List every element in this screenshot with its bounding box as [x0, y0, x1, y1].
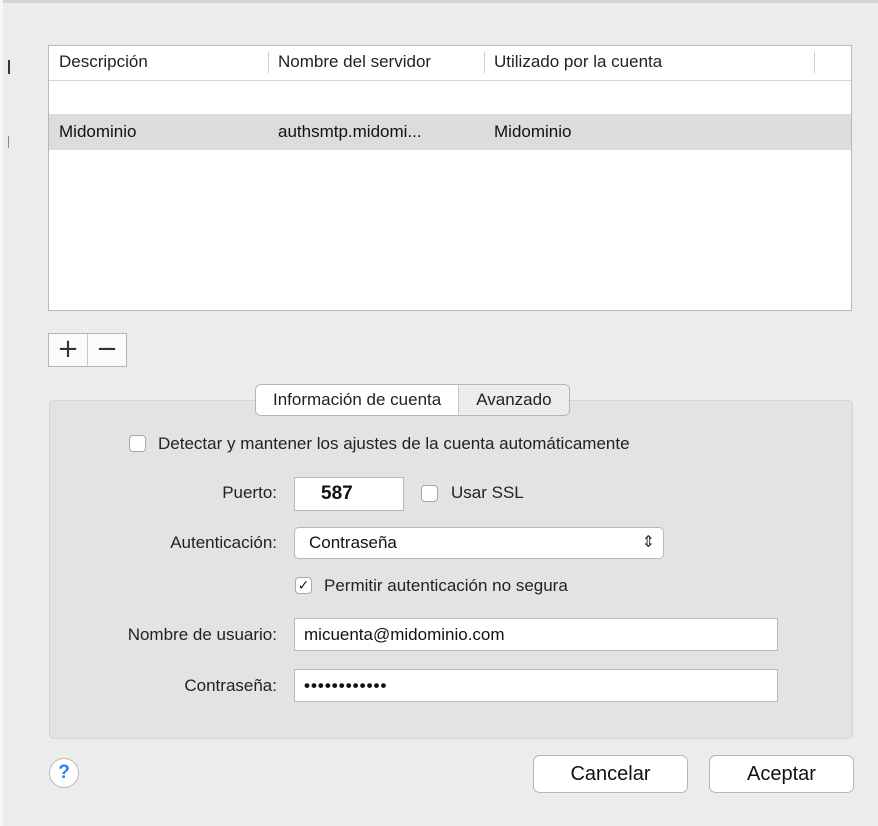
column-separator[interactable]	[814, 52, 815, 73]
table-row[interactable]: Midominio authsmtp.midomi... Midominio	[49, 114, 851, 150]
password-field[interactable]: ••••••••••••	[294, 669, 778, 702]
add-remove-control: + −	[48, 333, 127, 367]
cancel-button[interactable]: Cancelar	[533, 755, 688, 793]
column-header-description[interactable]: Descripción	[49, 46, 268, 80]
auth-method-value: Contraseña	[309, 533, 397, 552]
window-left-edge	[0, 0, 3, 826]
window-top-edge	[0, 0, 878, 3]
port-label: Puerto:	[222, 483, 277, 502]
table-header: Descripción Nombre del servidor Utilizad…	[49, 46, 851, 81]
tab-advanced[interactable]: Avanzado	[458, 385, 569, 415]
remove-server-button[interactable]: −	[87, 334, 126, 366]
username-label: Nombre de usuario:	[127, 625, 277, 644]
allow-insecure-label[interactable]: Permitir autenticación no segura	[324, 575, 568, 597]
auth-method-popup[interactable]: Contraseña ⇕	[294, 527, 664, 559]
column-header-server[interactable]: Nombre del servidor	[268, 46, 484, 80]
accept-button[interactable]: Aceptar	[709, 755, 854, 793]
smtp-server-table[interactable]: Descripción Nombre del servidor Utilizad…	[48, 45, 852, 311]
up-down-arrows-icon: ⇕	[641, 534, 655, 551]
settings-tabs: Información de cuenta Avanzado	[255, 384, 570, 416]
ssl-label[interactable]: Usar SSL	[451, 482, 524, 504]
add-server-button[interactable]: +	[49, 334, 87, 366]
port-input[interactable]: 587	[294, 477, 404, 511]
cell-account: Midominio	[494, 122, 572, 141]
username-field[interactable]: micuenta@midominio.com	[294, 618, 778, 651]
auth-label: Autenticación:	[170, 533, 277, 552]
edge-mark	[8, 60, 10, 74]
checkmark-icon: ✓	[297, 577, 310, 593]
cell-server: authsmtp.midomi...	[278, 122, 422, 141]
cell-description: Midominio	[59, 122, 137, 141]
tab-account-info[interactable]: Información de cuenta	[256, 385, 459, 415]
ssl-checkbox[interactable]	[421, 485, 438, 502]
help-button[interactable]: ?	[49, 758, 79, 788]
edge-mark	[8, 136, 9, 148]
auto-detect-label[interactable]: Detectar y mantener los ajustes de la cu…	[158, 433, 630, 455]
allow-insecure-checkbox[interactable]: ✓	[295, 577, 312, 594]
column-header-account[interactable]: Utilizado por la cuenta	[484, 46, 814, 80]
auto-detect-checkbox[interactable]	[129, 435, 146, 452]
password-label: Contraseña:	[184, 676, 277, 695]
